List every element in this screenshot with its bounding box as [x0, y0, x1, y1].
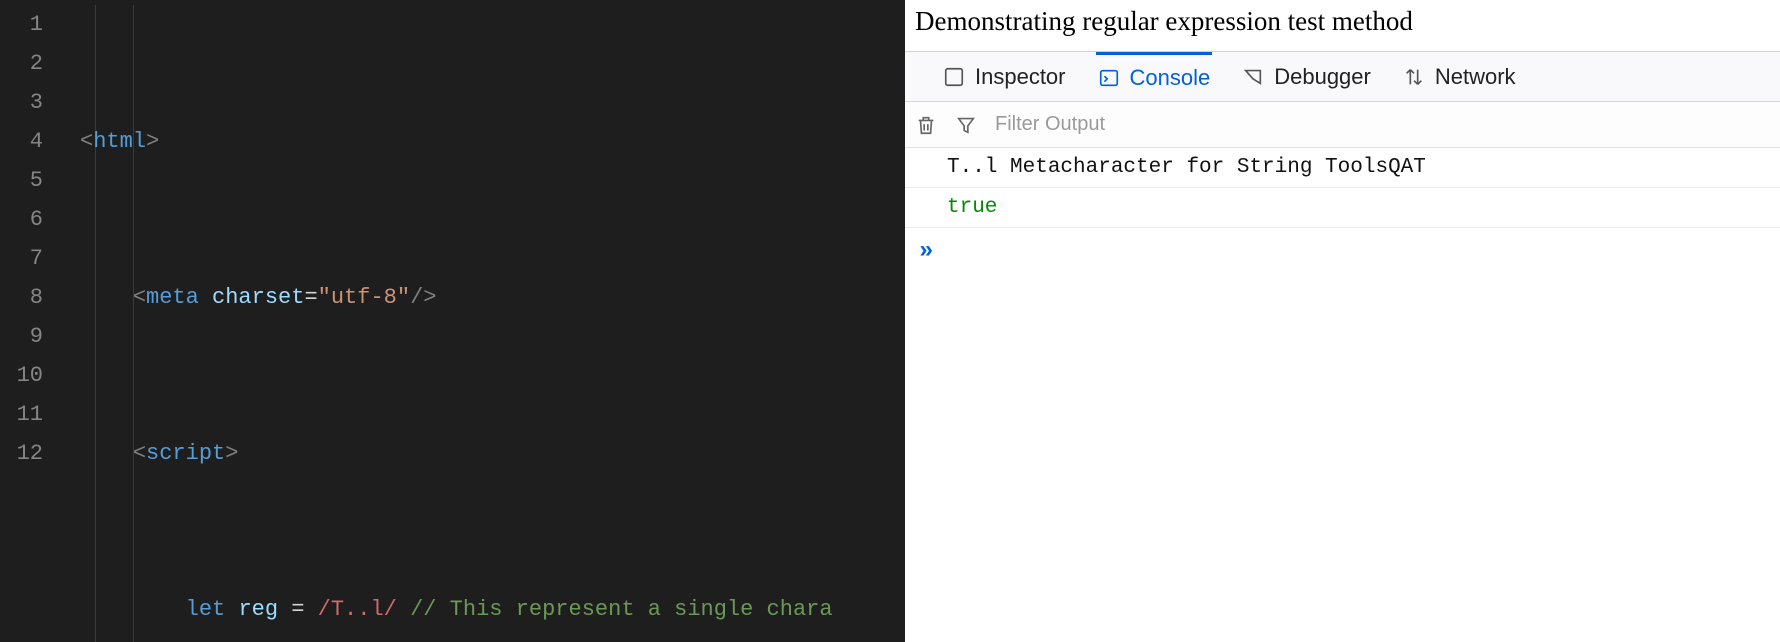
space — [278, 597, 291, 622]
tag-name: script — [146, 441, 225, 466]
code-line[interactable]: <script> — [80, 434, 905, 473]
line-number: 5 — [0, 161, 43, 200]
debugger-icon — [1242, 66, 1264, 88]
line-number: 6 — [0, 200, 43, 239]
tag-name: html — [93, 129, 146, 154]
console-icon — [1098, 67, 1120, 89]
tag-bracket: > — [225, 441, 238, 466]
variable: reg — [238, 597, 278, 622]
tag-name: meta — [146, 285, 199, 310]
space — [304, 597, 317, 622]
tag-bracket: < — [133, 441, 146, 466]
console-prompt[interactable]: » — [905, 228, 1780, 275]
code-area[interactable]: <html> <meta charset="utf-8"/> <script> … — [55, 0, 905, 642]
comment: // This represent a single chara — [410, 597, 832, 622]
inspector-icon — [943, 66, 965, 88]
filter-icon[interactable] — [955, 114, 977, 136]
tab-console[interactable]: Console — [1096, 52, 1213, 101]
line-number: 4 — [0, 122, 43, 161]
page-body-text: Demonstrating regular expression test me… — [915, 6, 1413, 36]
tab-label: Network — [1435, 64, 1516, 90]
tab-debugger[interactable]: Debugger — [1240, 52, 1373, 101]
tab-network[interactable]: Network — [1401, 52, 1518, 101]
line-number: 1 — [0, 5, 43, 44]
line-number: 12 — [0, 434, 43, 473]
console-toolbar — [905, 102, 1780, 148]
attr-name: charset — [212, 285, 304, 310]
line-number: 10 — [0, 356, 43, 395]
tab-inspector[interactable]: Inspector — [941, 52, 1068, 101]
space — [397, 597, 410, 622]
space — [225, 597, 238, 622]
code-line[interactable]: <html> — [80, 122, 905, 161]
string: "utf-8" — [318, 285, 410, 310]
prompt-chevron-icon: » — [919, 238, 933, 265]
browser-pane: Demonstrating regular expression test me… — [905, 0, 1780, 642]
trash-icon[interactable] — [915, 114, 937, 136]
console-log-row: T..l Metacharacter for String ToolsQAT — [905, 148, 1780, 188]
tag-bracket: > — [146, 129, 159, 154]
console-output[interactable]: T..l Metacharacter for String ToolsQAT t… — [905, 148, 1780, 642]
line-number: 11 — [0, 395, 43, 434]
code-line[interactable]: let reg = /T..l/ // This represent a sin… — [80, 590, 905, 629]
line-number: 2 — [0, 44, 43, 83]
equals: = — [291, 597, 304, 622]
space — [199, 285, 212, 310]
tab-label: Debugger — [1274, 64, 1371, 90]
tab-label: Console — [1130, 65, 1211, 91]
code-editor[interactable]: 1 2 3 4 5 6 7 8 9 10 11 12 <html> <meta … — [0, 0, 905, 642]
devtools-tabbar: Inspector Console Debugger Network — [905, 52, 1780, 102]
console-log-row: true — [905, 188, 1780, 228]
line-number: 8 — [0, 278, 43, 317]
line-number: 3 — [0, 83, 43, 122]
tag-bracket: < — [133, 285, 146, 310]
line-number: 9 — [0, 317, 43, 356]
keyword-let: let — [186, 597, 226, 622]
tag-bracket: < — [80, 129, 93, 154]
devtools-panel: Inspector Console Debugger Network — [905, 51, 1780, 642]
code-line[interactable]: <meta charset="utf-8"/> — [80, 278, 905, 317]
filter-output-input[interactable] — [995, 113, 1770, 136]
rendered-page: Demonstrating regular expression test me… — [905, 0, 1780, 51]
tag-bracket: /> — [410, 285, 436, 310]
regex-literal: /T..l/ — [318, 597, 397, 622]
line-number-gutter: 1 2 3 4 5 6 7 8 9 10 11 12 — [0, 0, 55, 642]
tab-label: Inspector — [975, 64, 1066, 90]
network-icon — [1403, 66, 1425, 88]
equals: = — [304, 285, 317, 310]
line-number: 7 — [0, 239, 43, 278]
